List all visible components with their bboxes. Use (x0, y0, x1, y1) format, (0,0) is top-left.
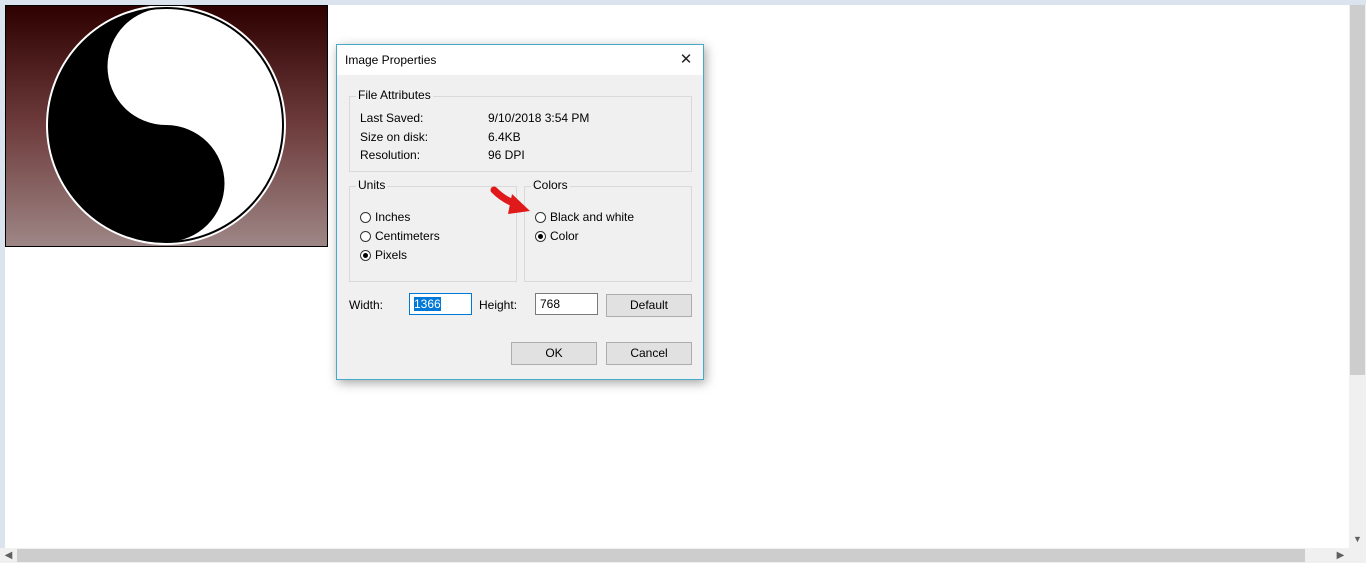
centimeters-label: Centimeters (375, 229, 440, 243)
width-value: 1366 (414, 297, 441, 311)
horizontal-scrollbar[interactable]: ◀ ▶ (0, 548, 1349, 563)
cancel-button[interactable]: Cancel (606, 342, 692, 365)
scrollbar-corner (1349, 548, 1366, 563)
resolution-label: Resolution: (360, 148, 421, 162)
black-and-white-label: Black and white (550, 210, 635, 224)
last-saved-value: 9/10/2018 3:54 PM (488, 111, 590, 125)
units-option-pixels[interactable]: Pixels (360, 247, 407, 263)
width-input[interactable]: 1366 (409, 293, 472, 315)
scroll-right-icon[interactable]: ▶ (1332, 548, 1349, 563)
file-attributes-group: File Attributes Last Saved: 9/10/2018 3:… (349, 88, 692, 172)
color-radio[interactable] (535, 230, 546, 242)
color-label: Color (550, 229, 579, 243)
height-label: Height: (479, 298, 518, 312)
scroll-down-icon[interactable]: ▼ (1349, 531, 1366, 548)
centimeters-radio[interactable] (360, 230, 371, 242)
vertical-scrollbar-thumb[interactable] (1350, 5, 1365, 375)
colors-group: Colors Black and white Color (524, 178, 692, 282)
colors-option-color[interactable]: Color (535, 228, 579, 244)
pixels-label: Pixels (375, 248, 408, 262)
ok-button[interactable]: OK (511, 342, 597, 365)
units-option-inches[interactable]: Inches (360, 209, 410, 225)
height-input[interactable]: 768 (535, 293, 598, 315)
yin-yang-icon (46, 6, 286, 245)
scroll-left-icon[interactable]: ◀ (0, 548, 17, 563)
last-saved-label: Last Saved: (360, 111, 424, 125)
horizontal-scrollbar-thumb[interactable] (17, 549, 1305, 562)
inches-radio[interactable] (360, 211, 371, 223)
close-icon[interactable]: ✕ (671, 46, 701, 74)
resolution-value: 96 DPI (488, 148, 525, 162)
vertical-scrollbar[interactable]: ▼ (1349, 5, 1366, 548)
inches-label: Inches (375, 210, 411, 224)
colors-legend: Colors (531, 178, 570, 192)
height-value: 768 (540, 297, 561, 311)
units-legend: Units (356, 178, 388, 192)
red-annotation-arrow-icon (490, 186, 530, 214)
default-button[interactable]: Default (606, 294, 692, 317)
width-label: Width: (349, 298, 384, 312)
size-on-disk-value: 6.4KB (488, 130, 521, 144)
units-option-centimeters[interactable]: Centimeters (360, 228, 440, 244)
dialog-titlebar: Image Properties ✕ (337, 45, 703, 75)
size-on-disk-label: Size on disk: (360, 130, 429, 144)
canvas-image[interactable] (5, 5, 328, 247)
dialog-title: Image Properties (345, 53, 437, 67)
black-and-white-radio[interactable] (535, 211, 546, 223)
colors-option-black-and-white[interactable]: Black and white (535, 209, 634, 225)
pixels-radio[interactable] (360, 249, 371, 261)
file-attributes-legend: File Attributes (356, 88, 433, 102)
